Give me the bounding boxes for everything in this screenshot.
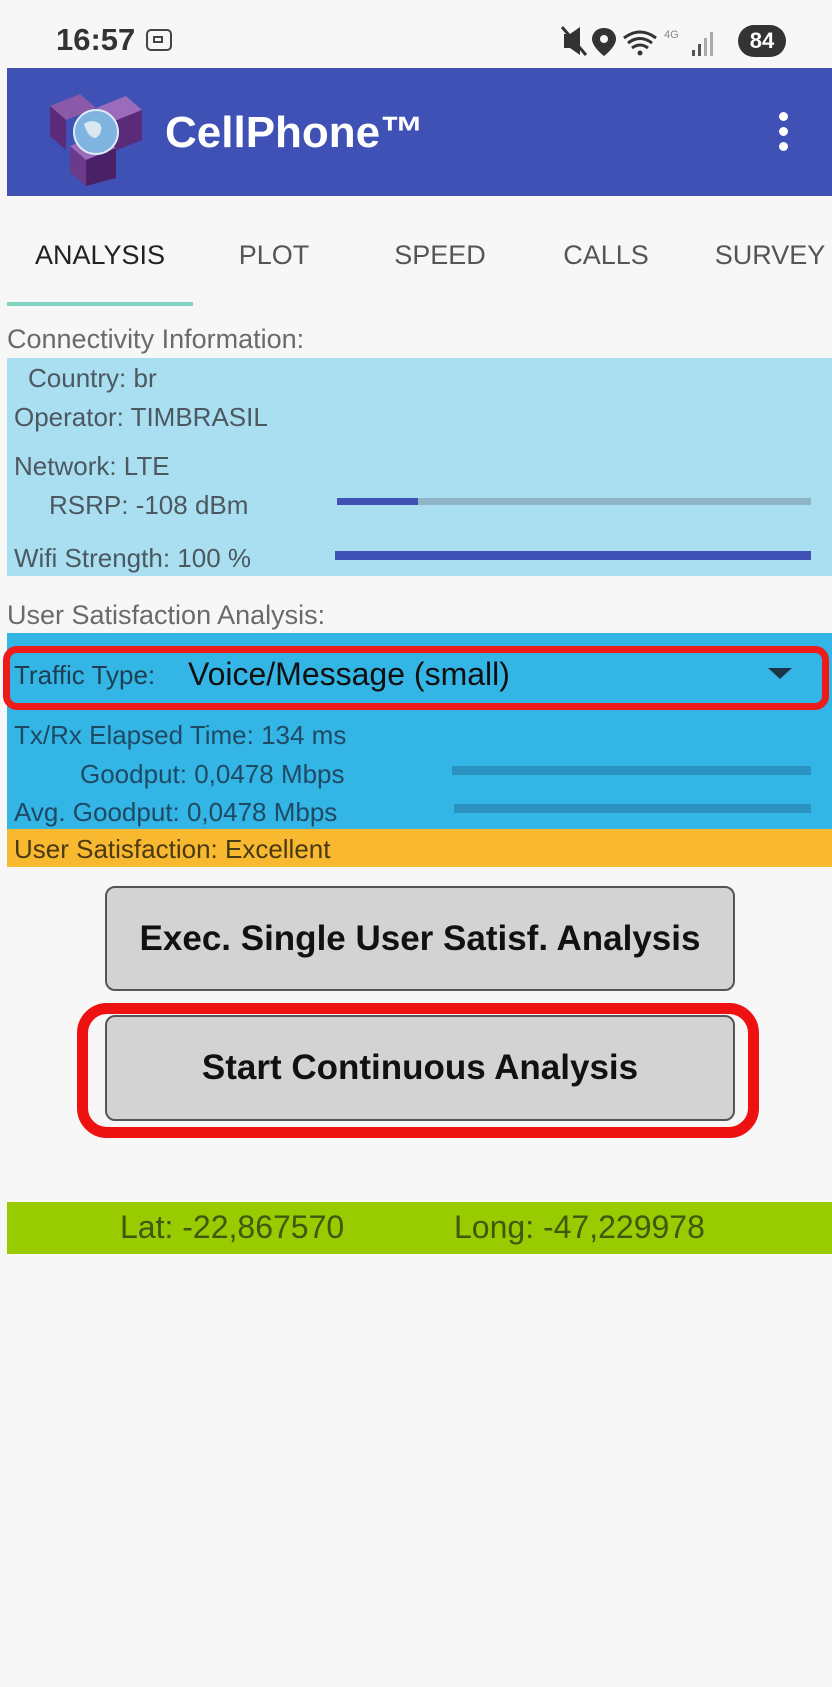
goodput-bar xyxy=(452,766,811,775)
tab-analysis[interactable]: ANALYSIS xyxy=(22,240,178,271)
wifi-icon xyxy=(623,30,657,56)
cube-globe-logo xyxy=(50,94,142,186)
signal-icon xyxy=(692,32,713,56)
wifi-strength-bar xyxy=(335,551,811,560)
avg-goodput-bar xyxy=(454,804,811,813)
location-icon xyxy=(592,28,616,56)
avg-goodput-label: Avg. Goodput: 0,0478 Mbps xyxy=(14,797,338,827)
overflow-menu-icon[interactable] xyxy=(770,112,796,158)
user-satisfaction-section-title: User Satisfaction Analysis: xyxy=(7,600,326,630)
start-continuous-analysis-button[interactable]: Start Continuous Analysis xyxy=(105,1015,735,1121)
tab-plot[interactable]: PLOT xyxy=(218,240,330,271)
tab-speed[interactable]: SPEED xyxy=(380,240,500,271)
wifi-strength-label: Wifi Strength: 100 % xyxy=(14,543,251,573)
exec-single-analysis-button[interactable]: Exec. Single User Satisf. Analysis xyxy=(105,886,735,991)
goodput-label: Goodput: 0,0478 Mbps xyxy=(80,759,345,789)
rsrp-bar-fill xyxy=(337,498,418,505)
active-tab-indicator xyxy=(7,302,193,306)
operator-label: Operator: TIMBRASIL xyxy=(14,402,268,432)
app-title: CellPhone™ xyxy=(165,108,425,157)
longitude-label: Long: -47,229978 xyxy=(454,1209,705,1245)
battery-icon: 84 xyxy=(738,25,786,57)
status-time: 16:57 xyxy=(56,22,136,57)
wifi-strength-bar-fill xyxy=(335,551,811,560)
tab-survey[interactable]: SURVEY xyxy=(708,240,832,271)
dropdown-arrow-icon[interactable] xyxy=(768,668,792,679)
status-icons: 4G xyxy=(560,26,713,56)
network-label: Network: LTE xyxy=(14,451,170,481)
elapsed-time-label: Tx/Rx Elapsed Time: 134 ms xyxy=(14,720,347,750)
traffic-type-value[interactable]: Voice/Message (small) xyxy=(188,656,510,693)
latitude-label: Lat: -22,867570 xyxy=(120,1209,345,1245)
screenshot-icon xyxy=(146,29,172,51)
rsrp-label: RSRP: -108 dBm xyxy=(49,490,249,520)
network-type-label: 4G xyxy=(664,29,679,41)
traffic-type-label: Traffic Type: xyxy=(14,660,156,690)
user-satisfaction-result: User Satisfaction: Excellent xyxy=(14,834,331,864)
mute-icon xyxy=(560,26,588,56)
rsrp-bar xyxy=(337,498,811,505)
connectivity-section-title: Connectivity Information: xyxy=(7,324,305,354)
country-label: Country: br xyxy=(28,363,157,393)
tab-calls[interactable]: CALLS xyxy=(548,240,664,271)
